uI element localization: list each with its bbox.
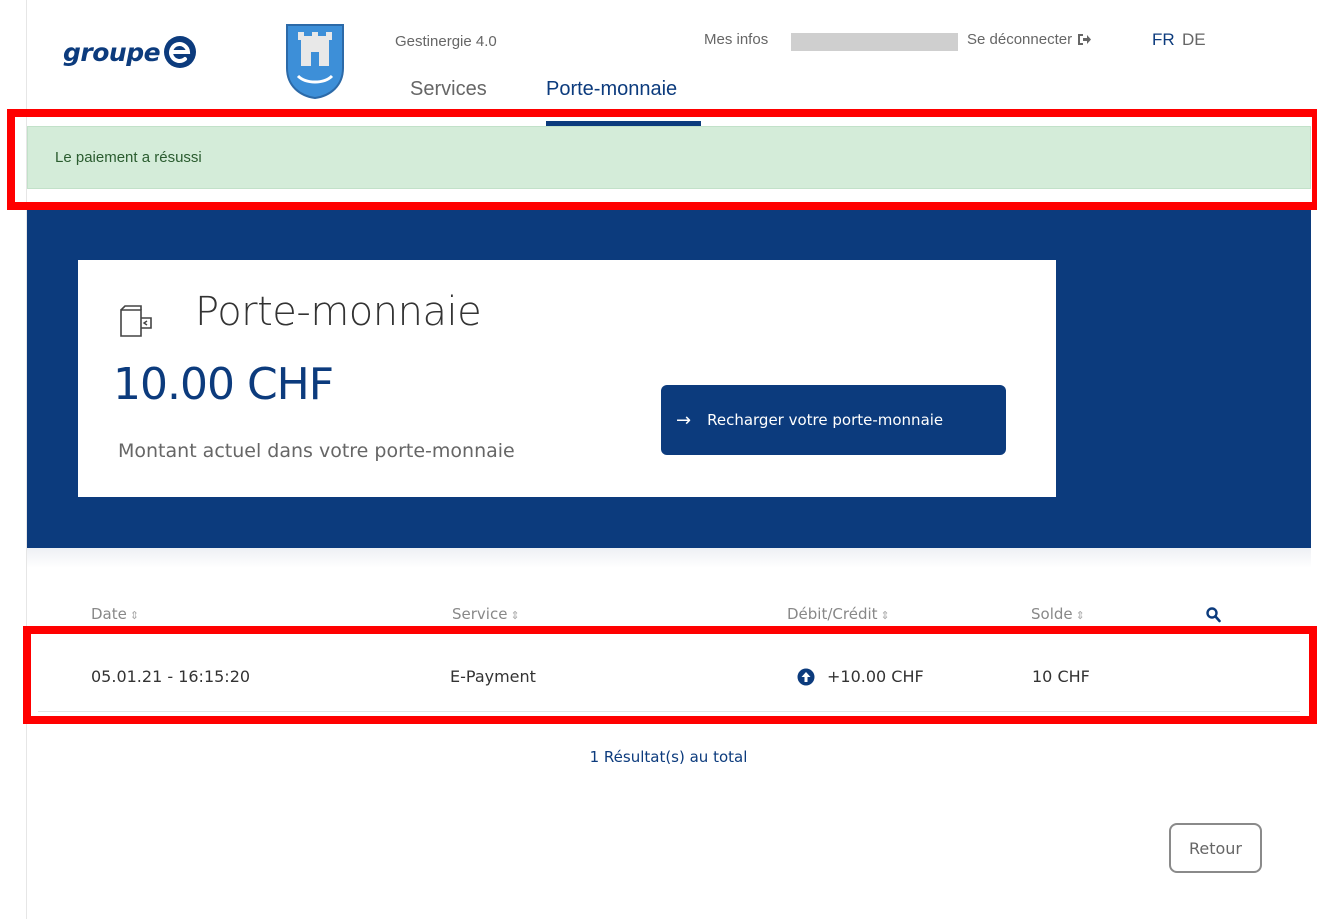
column-label-solde: Solde	[1031, 605, 1073, 623]
wallet-title: Porte-monnaie	[195, 289, 482, 335]
recharge-label: Recharger votre porte-monnaie	[707, 411, 944, 429]
back-button[interactable]: Retour	[1169, 823, 1262, 873]
mes-infos-link[interactable]: Mes infos	[704, 31, 768, 48]
highlight-box-row	[23, 626, 1317, 724]
sort-icon: ⇕	[880, 609, 890, 622]
logout-label: Se déconnecter	[967, 31, 1073, 48]
language-de[interactable]: DE	[1182, 30, 1206, 50]
logo-text: groupe	[63, 37, 161, 67]
sign-out-icon	[1078, 34, 1092, 45]
sort-icon: ⇕	[1075, 609, 1085, 622]
language-fr[interactable]: FR	[1152, 30, 1175, 50]
arrow-right-icon: →	[676, 409, 692, 431]
column-header-service[interactable]: Service ⇕	[452, 605, 520, 623]
wallet-balance: 10.00 CHF	[113, 359, 334, 410]
column-label-debit-credit: Débit/Crédit	[787, 605, 878, 623]
app-name: Gestinergie 4.0	[395, 33, 497, 50]
column-label-service: Service	[452, 605, 508, 623]
wallet-icon	[120, 305, 152, 337]
column-header-date[interactable]: Date ⇕	[91, 605, 139, 623]
municipal-crest-icon	[286, 24, 344, 100]
nav-tab-services[interactable]: Services	[410, 78, 487, 101]
sort-icon: ⇕	[510, 609, 520, 622]
back-label: Retour	[1188, 838, 1243, 858]
nav-tab-porte-monnaie[interactable]: Porte-monnaie	[546, 78, 677, 101]
redacted-username	[791, 33, 958, 51]
groupe-e-logo[interactable]: groupe	[63, 27, 197, 77]
recharge-wallet-button[interactable]: → Recharger votre porte-monnaie	[661, 385, 1006, 455]
search-icon[interactable]	[1206, 607, 1221, 623]
wallet-balance-caption: Montant actuel dans votre porte-monnaie	[118, 440, 515, 462]
column-header-solde[interactable]: Solde ⇕	[1031, 605, 1085, 623]
logo-e-icon	[164, 36, 197, 68]
logout-link[interactable]: Se déconnecter	[967, 31, 1092, 48]
sort-icon: ⇕	[129, 609, 140, 622]
column-label-date: Date	[91, 605, 127, 623]
column-header-debit-credit[interactable]: Débit/Crédit ⇕	[787, 605, 890, 623]
results-total: 1 Résultat(s) au total	[589, 748, 748, 766]
hero-shadow	[27, 548, 1311, 568]
highlight-box-alert	[7, 109, 1317, 210]
